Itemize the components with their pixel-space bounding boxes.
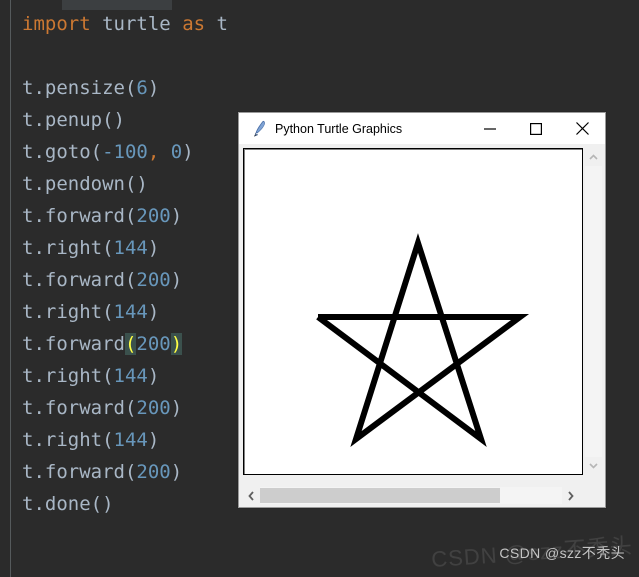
turtle-canvas[interactable] <box>243 148 583 475</box>
scroll-down-arrow-icon[interactable] <box>585 457 602 474</box>
code-token: ) <box>170 397 183 419</box>
code-token: t.pendown() <box>22 173 148 195</box>
code-token: 144 <box>113 429 148 451</box>
code-token: 0 <box>170 141 183 163</box>
window-client-area <box>239 144 605 507</box>
code-token: ) <box>147 429 160 451</box>
code-token: t.forward( <box>22 269 137 291</box>
code-token: ) <box>170 269 183 291</box>
code-token: t.goto( <box>22 141 103 163</box>
code-line-text: import turtle as t <box>22 8 228 40</box>
code-token: 144 <box>113 301 148 323</box>
code-line[interactable]: t.pensize(6) <box>0 72 639 104</box>
code-line-text: t.forward(200) <box>22 456 182 488</box>
python-feather-icon <box>254 120 265 136</box>
code-token: 144 <box>113 365 148 387</box>
code-token: t.pensize( <box>22 77 137 99</box>
code-token: 200 <box>136 461 171 483</box>
vertical-scrollbar-trough[interactable] <box>585 166 602 457</box>
code-line-text: t.right(144) <box>22 296 159 328</box>
star-drawing <box>316 233 530 448</box>
code-token: import <box>22 13 91 35</box>
horizontal-scrollbar-thumb[interactable] <box>260 488 500 503</box>
code-token: , <box>147 141 160 163</box>
code-token: ) <box>182 141 194 163</box>
code-line[interactable] <box>0 40 639 72</box>
code-token: t.forward <box>22 333 125 355</box>
code-line-text: t.goto(-100, 0) <box>22 136 194 168</box>
code-line-text: t.right(144) <box>22 232 159 264</box>
code-line-text: t.forward(200) <box>22 392 182 424</box>
code-line-text: t.pendown() <box>22 168 148 200</box>
code-token: ) <box>170 461 183 483</box>
code-token: 6 <box>136 77 148 99</box>
close-button[interactable] <box>559 113 605 144</box>
code-token: 200 <box>136 205 171 227</box>
code-line-text: t.right(144) <box>22 424 159 456</box>
code-token: t.forward( <box>22 397 137 419</box>
code-token: ) <box>170 333 183 355</box>
star-polyline <box>316 233 530 448</box>
code-token: t.right( <box>22 365 114 387</box>
code-token: t.done() <box>22 493 114 515</box>
scroll-right-arrow-icon[interactable] <box>562 487 579 504</box>
code-token: -100 <box>102 141 148 163</box>
scroll-left-arrow-icon[interactable] <box>243 487 260 504</box>
csdn-watermark: CSDN @szz不秃头 <box>499 545 625 561</box>
code-line[interactable]: import turtle as t <box>0 8 639 40</box>
code-token: t.right( <box>22 237 114 259</box>
code-token: t.penup() <box>22 109 125 131</box>
window-title: Python Turtle Graphics <box>275 121 403 136</box>
window-titlebar[interactable]: Python Turtle Graphics <box>239 113 605 145</box>
vertical-scrollbar[interactable] <box>584 148 603 475</box>
code-token: 200 <box>136 333 171 355</box>
code-token: 200 <box>136 269 171 291</box>
code-line-text: t.right(144) <box>22 360 159 392</box>
code-token: t.right( <box>22 301 114 323</box>
python-turtle-graphics-window[interactable]: Python Turtle Graphics <box>238 112 606 508</box>
code-token: t.right( <box>22 429 114 451</box>
code-token: 144 <box>113 237 148 259</box>
code-token: ( <box>124 333 137 355</box>
code-token: 200 <box>136 397 171 419</box>
code-token: ) <box>147 77 160 99</box>
scroll-up-arrow-icon[interactable] <box>585 149 602 166</box>
code-line-text: t.forward(200) <box>22 328 183 360</box>
code-token: t <box>216 13 228 35</box>
minimize-button[interactable] <box>467 113 513 144</box>
code-line-text: t.done() <box>22 488 114 520</box>
code-line-text: t.penup() <box>22 104 125 136</box>
code-token: ) <box>147 237 160 259</box>
code-line-text: t.forward(200) <box>22 200 182 232</box>
code-token: ) <box>170 205 183 227</box>
code-token: ) <box>147 365 160 387</box>
code-line-text: t.forward(200) <box>22 264 182 296</box>
horizontal-scrollbar[interactable] <box>243 487 579 504</box>
code-line-text: t.pensize(6) <box>22 72 159 104</box>
code-token: t.forward( <box>22 205 137 227</box>
code-token: as <box>182 13 206 35</box>
code-token: turtle <box>102 13 171 35</box>
code-token: t.forward( <box>22 461 137 483</box>
code-token: ) <box>147 301 160 323</box>
maximize-button[interactable] <box>513 113 559 144</box>
